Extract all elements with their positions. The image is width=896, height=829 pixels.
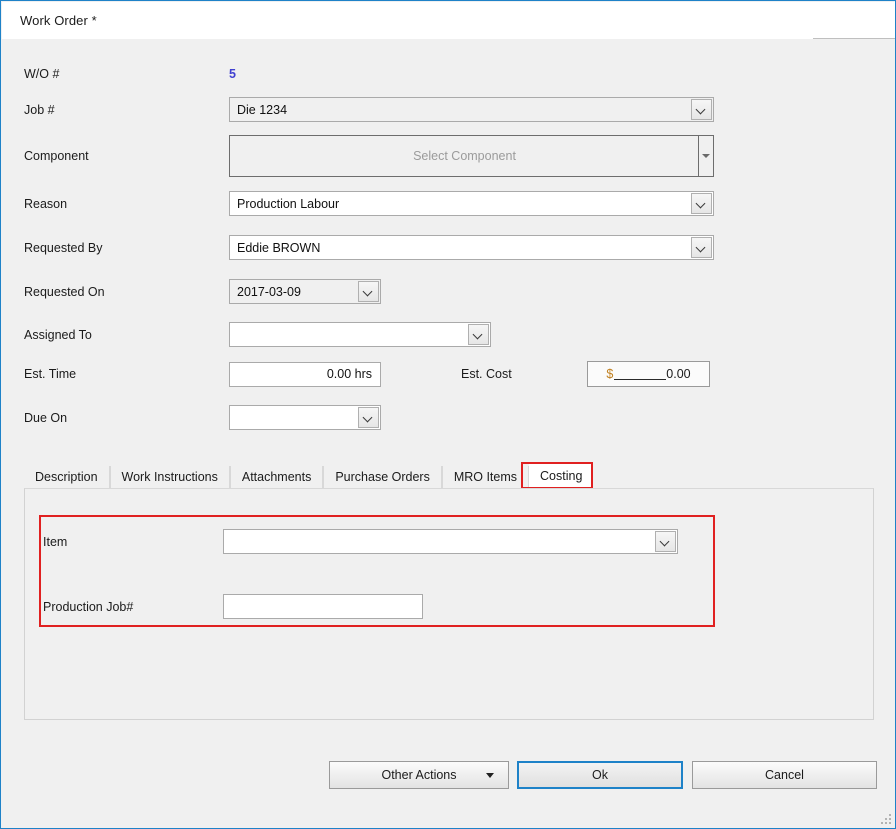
tab-strip: Description Work Instructions Attachment… bbox=[24, 464, 874, 488]
tab-attachments[interactable]: Attachments bbox=[229, 466, 324, 488]
est-time-value: 0.00 hrs bbox=[326, 367, 372, 381]
field-row-est-time: Est. Time 0.00 hrs Est. Cost $ 0.00 bbox=[24, 361, 884, 387]
tab-mro-items[interactable]: MRO Items bbox=[441, 466, 530, 488]
component-picker[interactable]: Select Component bbox=[229, 135, 714, 177]
assigned-to-dropdown-button[interactable] bbox=[468, 324, 489, 345]
label-requested-by: Requested By bbox=[24, 240, 103, 255]
reason-value: Production Labour bbox=[237, 196, 340, 211]
item-dropdown-button[interactable] bbox=[655, 531, 676, 552]
currency-symbol: $ bbox=[606, 367, 614, 381]
label-wo-number: W/O # bbox=[24, 67, 60, 81]
requested-on-value: 2017-03-09 bbox=[237, 284, 301, 299]
tab-label: Purchase Orders bbox=[335, 470, 430, 484]
ok-label: Ok bbox=[592, 768, 608, 782]
requested-by-dropdown-button[interactable] bbox=[691, 237, 712, 258]
field-row-requested-on: Requested On 2017-03-09 bbox=[24, 279, 724, 304]
label-est-time: Est. Time bbox=[24, 367, 77, 381]
due-on-dropdown-button[interactable] bbox=[358, 407, 379, 428]
label-component: Component bbox=[24, 149, 89, 163]
field-row-due-on: Due On bbox=[24, 405, 724, 430]
requested-by-value: Eddie BROWN bbox=[237, 240, 321, 255]
label-requested-on: Requested On bbox=[24, 284, 105, 299]
value-wo-number: 5 bbox=[229, 67, 236, 81]
requested-by-combobox[interactable]: Eddie BROWN bbox=[229, 235, 714, 260]
other-actions-button[interactable]: Other Actions bbox=[329, 761, 509, 789]
requested-on-dropdown-button[interactable] bbox=[358, 281, 379, 302]
resize-grip[interactable] bbox=[881, 814, 892, 825]
ok-button[interactable]: Ok bbox=[517, 761, 683, 789]
job-number-combobox[interactable]: Die 1234 bbox=[229, 97, 714, 122]
label-job-number: Job # bbox=[24, 102, 55, 117]
field-row-item: Item bbox=[43, 529, 703, 554]
field-row-requested-by: Requested By Eddie BROWN bbox=[24, 235, 724, 260]
chevron-down-icon bbox=[697, 105, 706, 114]
production-job-input[interactable] bbox=[223, 594, 423, 619]
dialog-title: Work Order * bbox=[20, 13, 97, 28]
assigned-to-combobox[interactable] bbox=[229, 322, 491, 347]
chevron-down-icon bbox=[697, 199, 706, 208]
caret-down-icon bbox=[486, 772, 494, 778]
chevron-down-icon bbox=[364, 287, 373, 296]
item-combobox[interactable] bbox=[223, 529, 678, 554]
dialog-body: W/O # 5 Job # Die 1234 Component Select … bbox=[2, 39, 895, 828]
label-due-on: Due On bbox=[24, 410, 68, 425]
chevron-down-icon bbox=[697, 243, 706, 252]
field-row-job-number: Job # Die 1234 bbox=[24, 97, 724, 122]
due-on-datepicker[interactable] bbox=[229, 405, 381, 430]
chevron-down-icon bbox=[364, 413, 373, 422]
component-placeholder: Select Component bbox=[413, 149, 516, 163]
other-actions-label: Other Actions bbox=[381, 768, 457, 782]
tab-label: Costing bbox=[540, 469, 583, 483]
reason-dropdown-button[interactable] bbox=[691, 193, 712, 214]
requested-on-datepicker[interactable]: 2017-03-09 bbox=[229, 279, 381, 304]
field-row-component: Component Select Component bbox=[24, 135, 724, 177]
triangle-down-icon bbox=[702, 154, 710, 158]
dialog-titlebar: Work Order * bbox=[2, 2, 895, 39]
tab-label: Attachments bbox=[241, 470, 312, 484]
job-number-value: Die 1234 bbox=[237, 102, 288, 117]
costing-tab-panel: Item Production Job# bbox=[24, 488, 874, 720]
cancel-button[interactable]: Cancel bbox=[692, 761, 877, 789]
est-time-input[interactable]: 0.00 hrs bbox=[229, 361, 381, 387]
component-dropdown-button[interactable] bbox=[698, 136, 713, 176]
reason-combobox[interactable]: Production Labour bbox=[229, 191, 714, 216]
tab-purchase-orders[interactable]: Purchase Orders bbox=[323, 466, 442, 488]
field-row-production-job: Production Job# bbox=[43, 594, 703, 619]
est-cost-mask bbox=[614, 365, 667, 380]
tab-work-instructions[interactable]: Work Instructions bbox=[109, 466, 230, 488]
tab-label: Description bbox=[35, 470, 98, 484]
job-number-dropdown-button[interactable] bbox=[691, 99, 712, 120]
label-est-cost: Est. Cost bbox=[461, 367, 512, 381]
tab-costing[interactable]: Costing bbox=[529, 464, 594, 488]
label-production-job: Production Job# bbox=[43, 599, 134, 614]
tab-description[interactable]: Description bbox=[24, 466, 110, 488]
chevron-down-icon bbox=[474, 330, 483, 339]
tab-label: MRO Items bbox=[453, 470, 518, 484]
field-row-assigned-to: Assigned To bbox=[24, 322, 724, 347]
est-cost-input[interactable]: $ 0.00 bbox=[587, 361, 710, 387]
est-cost-value: 0.00 bbox=[666, 367, 691, 381]
work-order-dialog: Work Order * W/O # 5 Job # Die 1234 Comp… bbox=[0, 0, 896, 829]
label-assigned-to: Assigned To bbox=[24, 327, 92, 342]
tab-label: Work Instructions bbox=[121, 470, 218, 484]
label-reason: Reason bbox=[24, 196, 68, 211]
field-row-reason: Reason Production Labour bbox=[24, 191, 724, 216]
field-row-wo-number: W/O # 5 bbox=[24, 67, 724, 81]
cancel-label: Cancel bbox=[765, 768, 804, 782]
chevron-down-icon bbox=[661, 537, 670, 546]
label-item: Item bbox=[43, 534, 68, 549]
